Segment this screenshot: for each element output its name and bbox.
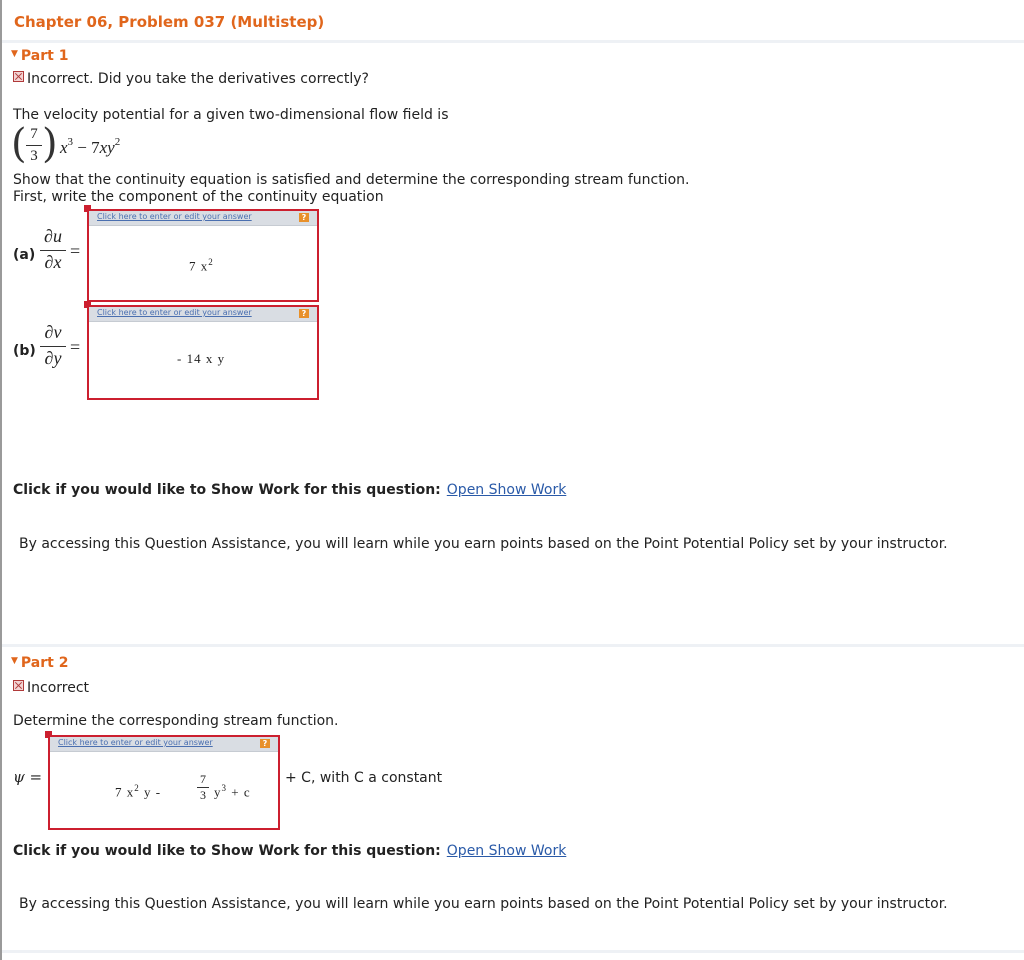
psi-fraction-denominator: 3	[200, 788, 206, 802]
part1-instruction-2: First, write the component of the contin…	[13, 189, 384, 205]
edit-answer-link[interactable]: Click here to enter or edit your answer	[97, 308, 252, 317]
part2-status: Incorrect	[13, 680, 89, 696]
part-b-label: (b)	[13, 343, 36, 359]
answer-box-toolbar: Click here to enter or edit your answer …	[89, 307, 317, 322]
edit-answer-link[interactable]: Click here to enter or edit your answer	[58, 738, 213, 747]
equals-sign-a: =	[70, 241, 81, 261]
answer-psi-value: 7 x2 y -	[115, 783, 162, 800]
partial-x-denominator: ∂x	[44, 252, 62, 272]
part-a-label: (a)	[13, 247, 36, 263]
answer-a-value: 7 x2	[189, 257, 214, 274]
right-paren: )	[42, 121, 58, 167]
assistance-text-2: By accessing this Question Assistance, y…	[19, 896, 948, 912]
bottom-divider	[2, 950, 1024, 953]
formula-denominator: 3	[30, 148, 38, 164]
part1-intro: The velocity potential for a given two-d…	[13, 107, 449, 123]
incorrect-icon	[13, 71, 24, 82]
answer-box-a[interactable]: Click here to enter or edit your answer …	[87, 209, 319, 302]
psi-fraction-numerator: 7	[200, 772, 206, 786]
formula-numerator: 7	[30, 126, 38, 142]
partial-u-numerator: ∂u	[44, 226, 62, 246]
part2-title[interactable]: ▼ Part 2	[11, 655, 68, 671]
show-work-prompt-1: Click if you would like to Show Work for…	[13, 482, 567, 498]
help-icon[interactable]: ?	[299, 213, 309, 222]
collapse-triangle-icon: ▼	[11, 656, 18, 666]
partial-y-denominator: ∂y	[44, 348, 62, 368]
collapse-triangle-icon: ▼	[11, 49, 18, 59]
answer-psi-value-rest: y3 + c	[214, 783, 251, 800]
part1-instruction-1: Show that the continuity equation is sat…	[13, 172, 690, 188]
open-show-work-link-1[interactable]: Open Show Work	[447, 482, 567, 498]
chapter-title: Chapter 06, Problem 037 (Multistep)	[14, 13, 325, 31]
answer-box-toolbar: Click here to enter or edit your answer …	[89, 211, 317, 226]
part2-intro: Determine the corresponding stream funct…	[13, 713, 339, 729]
answer-box-toolbar: Click here to enter or edit your answer …	[50, 737, 278, 752]
left-paren: (	[11, 121, 27, 167]
psi-label: ψ =	[13, 768, 43, 786]
partial-v-numerator: ∂v	[44, 322, 62, 342]
part1-title[interactable]: ▼ Part 1	[11, 48, 68, 64]
formula-fraction-line	[26, 145, 42, 146]
answer-box-b[interactable]: Click here to enter or edit your answer …	[87, 305, 319, 400]
show-work-prompt-2: Click if you would like to Show Work for…	[13, 843, 567, 859]
help-icon[interactable]: ?	[299, 309, 309, 318]
constant-note: + C, with C a constant	[285, 770, 443, 786]
open-show-work-link-2[interactable]: Open Show Work	[447, 843, 567, 859]
answer-box-psi[interactable]: Click here to enter or edit your answer …	[48, 735, 280, 830]
left-border	[0, 0, 2, 960]
help-icon[interactable]: ?	[260, 739, 270, 748]
edit-answer-link[interactable]: Click here to enter or edit your answer	[97, 212, 252, 221]
formula-expression: x3 − 7xy2	[60, 136, 121, 157]
assistance-text-1: By accessing this Question Assistance, y…	[19, 536, 948, 552]
part-divider	[2, 644, 1024, 647]
partial-a-line	[40, 250, 66, 251]
part1-status: Incorrect. Did you take the derivatives …	[13, 71, 369, 87]
partial-b-line	[40, 346, 66, 347]
equals-sign-b: =	[70, 337, 81, 357]
incorrect-icon	[13, 680, 24, 691]
answer-b-value: - 14 x y	[177, 351, 226, 366]
